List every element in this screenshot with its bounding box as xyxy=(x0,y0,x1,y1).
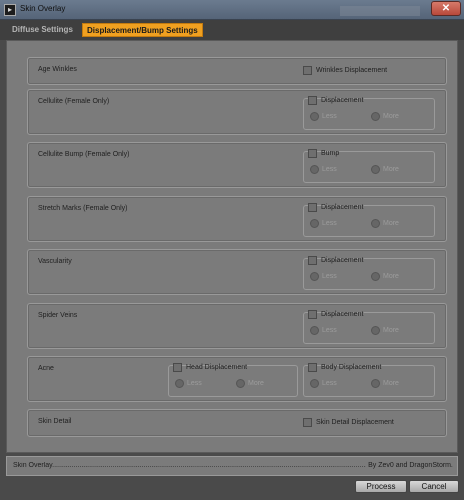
radio-label: More xyxy=(383,380,399,387)
group-label: Skin Detail xyxy=(38,418,72,425)
radio-dot[interactable] xyxy=(371,165,380,174)
checkbox-label: Displacement xyxy=(321,97,364,104)
wrinkles-displacement-checkbox[interactable]: Wrinkles Displacement xyxy=(303,66,387,75)
tab-displacement-bump-settings[interactable]: Displacement/Bump Settings xyxy=(82,23,203,37)
head-more-radio[interactable]: More xyxy=(236,379,264,388)
close-button[interactable]: ✕ xyxy=(431,1,461,16)
radio-dot[interactable] xyxy=(310,165,319,174)
checkbox-label: Body Displacement xyxy=(321,364,382,371)
group-age-wrinkles: Age Winkles Wrinkles Displacement xyxy=(27,57,447,85)
radio-label: More xyxy=(383,220,399,227)
checkbox-box[interactable] xyxy=(308,363,317,372)
checkbox-label: Displacement xyxy=(321,204,364,211)
background-window-ghost xyxy=(340,6,420,16)
more-radio[interactable]: More xyxy=(371,112,399,121)
group-vascularity: Vascularity Displacement Less More xyxy=(27,249,447,295)
more-radio[interactable]: More xyxy=(371,165,399,174)
checkbox-box[interactable] xyxy=(308,149,317,158)
checkbox-label: Skin Detail Displacement xyxy=(316,419,394,426)
body-less-radio[interactable]: Less xyxy=(310,379,337,388)
group-label: Spider Veins xyxy=(38,312,78,319)
radio-dot[interactable] xyxy=(310,326,319,335)
spider-veins-displacement-checkbox[interactable]: Displacement xyxy=(308,310,363,319)
group-label: Vascularity xyxy=(38,258,72,265)
less-radio[interactable]: Less xyxy=(310,112,337,121)
radio-label: More xyxy=(383,166,399,173)
checkbox-box[interactable] xyxy=(308,203,317,212)
group-label: Stretch Marks (Female Only) xyxy=(38,205,128,212)
checkbox-label: Displacement xyxy=(321,311,364,318)
radio-dot[interactable] xyxy=(371,379,380,388)
group-acne: Acne Head Displacement Less More Body Di… xyxy=(27,356,447,402)
group-stretch-marks: Stretch Marks (Female Only) Displacement… xyxy=(27,196,447,242)
cancel-button[interactable]: Cancel xyxy=(409,480,459,493)
radio-dot[interactable] xyxy=(371,219,380,228)
less-radio[interactable]: Less xyxy=(310,165,337,174)
checkbox-box[interactable] xyxy=(308,310,317,319)
body-displacement-checkbox[interactable]: Body Displacement xyxy=(308,363,381,372)
credits-text: By Zev0 and DragonStorm xyxy=(366,462,451,469)
head-less-radio[interactable]: Less xyxy=(175,379,202,388)
checkbox-box[interactable] xyxy=(308,256,317,265)
radio-label: Less xyxy=(322,327,337,334)
process-button[interactable]: Process xyxy=(355,480,407,493)
radio-label: More xyxy=(248,380,264,387)
radio-dot[interactable] xyxy=(371,112,380,121)
tab-bar: Diffuse Settings Displacement/Bump Setti… xyxy=(0,20,464,40)
less-radio[interactable]: Less xyxy=(310,219,337,228)
radio-dot[interactable] xyxy=(371,272,380,281)
group-cellulite-bump: Cellulite Bump (Female Only) Bump Less M… xyxy=(27,142,447,188)
checkbox-label: Wrinkles Displacement xyxy=(316,67,388,74)
group-skin-detail: Skin Detail Skin Detail Displacement xyxy=(27,409,447,437)
group-label: Age Winkles xyxy=(38,66,77,73)
checkbox-label: Displacement xyxy=(321,257,364,264)
checkbox-box[interactable] xyxy=(303,418,312,427)
radio-label: Less xyxy=(322,273,337,280)
radio-dot[interactable] xyxy=(310,272,319,281)
more-radio[interactable]: More xyxy=(371,326,399,335)
checkbox-box[interactable] xyxy=(173,363,182,372)
radio-dot[interactable] xyxy=(371,326,380,335)
settings-panel: Age Winkles Wrinkles Displacement Cellul… xyxy=(6,40,458,453)
radio-dot[interactable] xyxy=(310,112,319,121)
more-radio[interactable]: More xyxy=(371,219,399,228)
tab-diffuse-settings[interactable]: Diffuse Settings xyxy=(8,23,77,37)
radio-dot[interactable] xyxy=(310,379,319,388)
app-icon: ▸ xyxy=(4,4,16,16)
radio-dot[interactable] xyxy=(175,379,184,388)
radio-label: Less xyxy=(322,166,337,173)
cellulite-bump-checkbox[interactable]: Bump xyxy=(308,149,339,158)
less-radio[interactable]: Less xyxy=(310,326,337,335)
window-title: Skin Overlay xyxy=(20,4,66,13)
head-displacement-checkbox[interactable]: Head Displacement xyxy=(173,363,247,372)
skin-detail-displacement-checkbox[interactable]: Skin Detail Displacement xyxy=(303,418,394,427)
radio-dot[interactable] xyxy=(236,379,245,388)
radio-label: Less xyxy=(322,220,337,227)
checkbox-box[interactable] xyxy=(303,66,312,75)
vascularity-displacement-checkbox[interactable]: Displacement xyxy=(308,256,363,265)
less-radio[interactable]: Less xyxy=(310,272,337,281)
group-label: Acne xyxy=(38,365,54,372)
radio-label: More xyxy=(383,273,399,280)
group-cellulite: Cellulite (Female Only) Displacement Les… xyxy=(27,89,447,135)
radio-dot[interactable] xyxy=(310,219,319,228)
group-label: Cellulite Bump (Female Only) xyxy=(38,151,130,158)
radio-label: Less xyxy=(322,113,337,120)
body-more-radio[interactable]: More xyxy=(371,379,399,388)
stretch-marks-displacement-checkbox[interactable]: Displacement xyxy=(308,203,363,212)
checkbox-box[interactable] xyxy=(308,96,317,105)
title-bar: ▸ Skin Overlay ✕ xyxy=(0,0,464,20)
group-label: Cellulite (Female Only) xyxy=(38,98,110,105)
checkbox-label: Bump xyxy=(321,150,340,157)
radio-label: Less xyxy=(187,380,202,387)
status-bar: Skin Overlay............................… xyxy=(6,456,458,476)
group-spider-veins: Spider Veins Displacement Less More xyxy=(27,303,447,349)
checkbox-label: Head Displacement xyxy=(186,364,248,371)
radio-label: More xyxy=(383,113,399,120)
radio-label: More xyxy=(383,327,399,334)
radio-label: Less xyxy=(322,380,337,387)
cellulite-displacement-checkbox[interactable]: Displacement xyxy=(308,96,363,105)
more-radio[interactable]: More xyxy=(371,272,399,281)
